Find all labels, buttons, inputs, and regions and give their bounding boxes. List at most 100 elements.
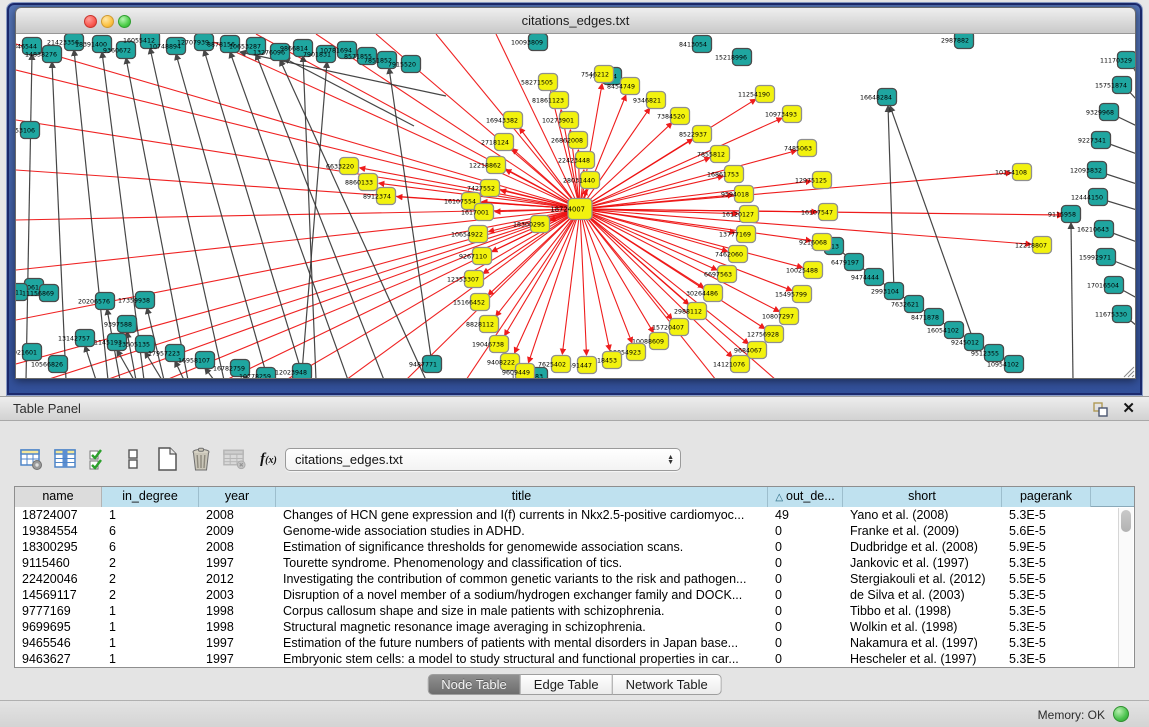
graph-node[interactable]: 17016504 xyxy=(1087,277,1124,294)
graph-node[interactable]: 58271505 xyxy=(521,74,558,91)
function-builder-button[interactable]: f(x) xyxy=(256,447,281,472)
table-row[interactable]: 1830029562008Estimation of significance … xyxy=(15,539,1134,555)
graph-node[interactable]: 10807297 xyxy=(762,308,799,325)
graph-node[interactable]: 9115958 xyxy=(1048,206,1081,223)
graph-node[interactable]: 9267110 xyxy=(459,248,492,265)
column-header-short[interactable]: short xyxy=(843,487,1002,507)
table-options-button[interactable] xyxy=(18,447,43,472)
show-columns-button[interactable] xyxy=(52,447,77,472)
graph-node[interactable]: 12975125 xyxy=(795,172,832,189)
graph-node[interactable]: 9329968 xyxy=(1086,104,1119,121)
graph-node[interactable]: 12444150 xyxy=(1071,189,1108,206)
column-header-name[interactable]: name xyxy=(15,487,102,507)
graph-node[interactable]: 16210643 xyxy=(1077,221,1114,238)
graph-node[interactable]: 12353307 xyxy=(447,271,484,288)
select-all-columns-button[interactable] xyxy=(86,447,111,472)
graph-node[interactable]: 2987882 xyxy=(941,34,974,49)
delete-columns-button[interactable] xyxy=(188,447,213,472)
graph-node[interactable]: 13777169 xyxy=(719,226,756,243)
new-column-button[interactable] xyxy=(154,447,179,472)
graph-node[interactable]: 16943382 xyxy=(486,112,523,129)
graph-node[interactable]: 12023948 xyxy=(275,364,312,380)
table-row[interactable]: 977716911998Corpus callosum shape and si… xyxy=(15,603,1134,619)
graph-node[interactable]: 26862008 xyxy=(551,132,588,149)
float-panel-icon[interactable] xyxy=(1092,401,1109,418)
table-row[interactable]: 946554611997Estimation of the future num… xyxy=(15,635,1134,651)
graph-node[interactable]: 9594018 xyxy=(721,186,754,203)
graph-canvas[interactable]: 9846544148382762142335618391400936067216… xyxy=(16,34,1136,379)
column-header-pagerank[interactable]: pagerank xyxy=(1002,487,1091,507)
graph-node[interactable]: 10093809 xyxy=(511,34,548,51)
graph-node[interactable]: 81861123 xyxy=(532,92,569,109)
network-window[interactable]: citations_edges.txt 98465441483827621423… xyxy=(15,7,1136,379)
graph-node[interactable]: 9921601 xyxy=(16,344,42,361)
graph-node[interactable]: 16648284 xyxy=(860,89,897,106)
clear-column-selection-button[interactable] xyxy=(120,447,145,472)
table-row[interactable]: 2242004622012Investigating the contribut… xyxy=(15,571,1134,587)
column-header-in_degree[interactable]: in_degree xyxy=(102,487,199,507)
graph-node[interactable]: 2718124 xyxy=(481,134,514,151)
graph-node[interactable]: 12218862 xyxy=(469,157,506,174)
graph-node[interactable]: 6479197 xyxy=(831,254,864,271)
graph-node[interactable]: 11254190 xyxy=(738,86,775,103)
column-header-year[interactable]: year xyxy=(199,487,276,507)
table-selector-dropdown[interactable]: citations_edges.txt ▲▼ xyxy=(285,448,681,471)
graph-node[interactable]: 7384520 xyxy=(657,108,690,125)
tab-network-table[interactable]: Network Table xyxy=(613,674,722,695)
graph-node[interactable]: 8413054 xyxy=(679,36,712,53)
table-row[interactable]: 1938455462009Genome-wide association stu… xyxy=(15,523,1134,539)
table-row[interactable]: 1456911722003Disruption of a novel membe… xyxy=(15,587,1134,603)
window-titlebar[interactable]: citations_edges.txt xyxy=(16,8,1135,34)
graph-node[interactable]: 7855812 xyxy=(697,146,730,163)
graph-node[interactable]: 17359938 xyxy=(118,292,155,309)
graph-node[interactable]: 9216068 xyxy=(799,234,832,251)
graph-node[interactable]: 20553106 xyxy=(16,122,40,139)
graph-node[interactable]: 9487771 xyxy=(409,356,442,373)
table-row[interactable]: 1872400712008Changes of HCN gene express… xyxy=(15,507,1134,523)
table-row[interactable]: 969969511998Structural magnetic resonanc… xyxy=(15,619,1134,635)
graph-node[interactable]: 12218807 xyxy=(1015,237,1052,254)
graph-node[interactable]: 30264486 xyxy=(686,285,723,302)
graph-node[interactable]: 10973493 xyxy=(765,106,802,123)
graph-node[interactable]: 15495799 xyxy=(775,286,812,303)
graph-node[interactable]: 8522937 xyxy=(679,126,712,143)
graph-node[interactable]: 15218996 xyxy=(715,49,752,66)
graph-node[interactable]: 7546212 xyxy=(581,66,614,83)
network-graph[interactable]: 9846544148382762142335618391400936067216… xyxy=(16,34,1136,379)
graph-node[interactable]: 12756928 xyxy=(747,326,784,343)
graph-node[interactable]: 10154108 xyxy=(995,164,1032,181)
graph-node[interactable]: 8828112 xyxy=(466,316,499,333)
graph-node[interactable]: 7462060 xyxy=(715,246,748,263)
graph-node[interactable]: 8860133 xyxy=(345,174,378,191)
tab-node-table[interactable]: Node Table xyxy=(427,674,521,695)
graph-node[interactable]: 12093832 xyxy=(1070,162,1107,179)
graph-node[interactable]: 11675330 xyxy=(1095,306,1132,323)
graph-node[interactable]: 14121076 xyxy=(713,356,750,373)
delete-table-button[interactable] xyxy=(222,447,247,472)
table-row[interactable]: 911546021997Tourette syndrome. Phenomeno… xyxy=(15,555,1134,571)
graph-node[interactable]: 19046738 xyxy=(472,336,509,353)
graph-node[interactable]: 9408222 xyxy=(487,354,520,371)
table-row[interactable]: 946362711997Embryonic stem cells: a mode… xyxy=(15,651,1134,667)
scrollbar-thumb[interactable] xyxy=(1121,510,1131,532)
vertical-scrollbar[interactable] xyxy=(1118,508,1133,667)
graph-node[interactable]: 11170329 xyxy=(1100,52,1136,69)
graph-node[interactable]: 10273901 xyxy=(542,112,579,129)
resize-grip-icon[interactable] xyxy=(1121,364,1135,378)
graph-node[interactable]: 10654922 xyxy=(451,226,488,243)
column-header-out_de[interactable]: △out_de... xyxy=(768,487,843,507)
tab-edge-table[interactable]: Edge Table xyxy=(521,674,613,695)
graph-node[interactable]: 9227341 xyxy=(1078,132,1111,149)
graph-node[interactable]: 16861753 xyxy=(707,166,744,183)
graph-node[interactable]: 22423448 xyxy=(558,152,595,169)
column-header-title[interactable]: title xyxy=(276,487,768,507)
close-panel-icon[interactable]: ✕ xyxy=(1122,399,1135,417)
graph-node[interactable]: 16120127 xyxy=(722,206,759,223)
graph-node[interactable]: 15992971 xyxy=(1079,249,1116,266)
graph-node[interactable]: 6697563 xyxy=(704,266,737,283)
graph-node[interactable]: 18300295 xyxy=(513,216,550,233)
graph-node[interactable]: 15751874 xyxy=(1095,77,1132,94)
graph-node[interactable]: 7485063 xyxy=(784,140,817,157)
graph-node[interactable]: 15166452 xyxy=(453,294,490,311)
graph-node[interactable]: 16107547 xyxy=(801,204,838,221)
